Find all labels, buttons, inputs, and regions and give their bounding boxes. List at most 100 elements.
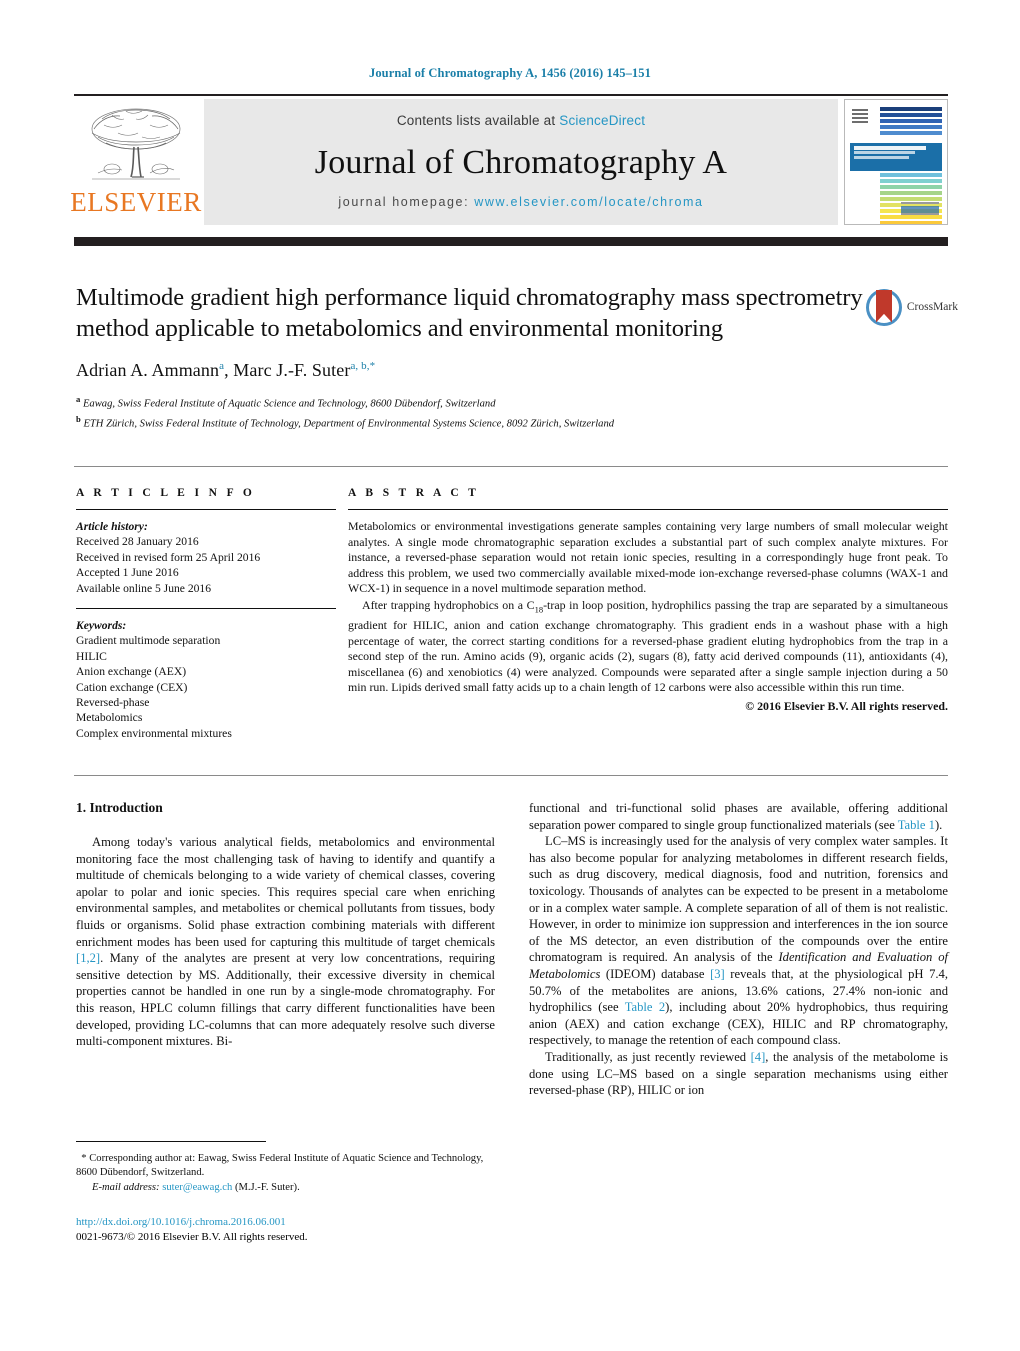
citation-ref-4[interactable]: [4]	[751, 1050, 766, 1064]
elsevier-wordmark: ELSEVIER	[70, 187, 202, 217]
keyword-item: Metabolomics	[76, 711, 143, 725]
corresponding-author-text: Corresponding author at: Eawag, Swiss Fe…	[76, 1153, 484, 1179]
cover-title-band	[850, 143, 942, 171]
footnote-rule	[76, 1141, 266, 1142]
abstract-rule	[348, 509, 948, 510]
article-history-label: Article history:	[76, 520, 148, 533]
intro-p2-part-b: (IDEOM) database	[600, 966, 711, 981]
keywords-rule	[76, 608, 336, 610]
footnote-block: * Corresponding author at: Eawag, Swiss …	[76, 1152, 496, 1195]
abstract-copyright: © 2016 Elsevier B.V. All rights reserved…	[745, 698, 948, 713]
cover-inner	[850, 105, 942, 224]
abstract-paragraph-2: After trapping hydrophobics on a C18-tra…	[348, 598, 948, 696]
article-info-heading: A R T I C L E I N F O	[76, 487, 256, 499]
email-suffix: (M.J.-F. Suter).	[232, 1181, 300, 1193]
sciencedirect-link[interactable]: ScienceDirect	[559, 113, 645, 128]
email-label: E-mail address:	[92, 1181, 160, 1193]
keyword-item: Cation exchange (CEX)	[76, 680, 188, 694]
journal-homepage-line: journal homepage: www.elsevier.com/locat…	[338, 195, 703, 209]
citation-ref-3[interactable]: [3]	[710, 967, 725, 981]
keyword-item: Complex environmental mixtures	[76, 726, 232, 740]
elsevier-logo: ELSEVIER	[70, 99, 201, 225]
journal-cover-thumbnail	[844, 99, 948, 225]
elsevier-tree-icon	[91, 108, 181, 180]
keywords-list: Keywords: Gradient multimode separation …	[76, 618, 336, 741]
contents-prefix: Contents lists available at	[396, 113, 560, 128]
masthead-top-rule	[74, 94, 948, 96]
crossmark-label: CrossMark	[906, 301, 958, 313]
table-1-link[interactable]: Table 1	[898, 818, 935, 832]
history-online: Available online 5 June 2016	[76, 581, 212, 595]
keyword-item: Anion exchange (AEX)	[76, 665, 187, 679]
intro-p1-part-a: Among today's various analytical fields,…	[76, 835, 495, 949]
journal-band: Contents lists available at ScienceDirec…	[204, 99, 838, 225]
corresponding-author-note: * Corresponding author at: Eawag, Swiss …	[76, 1152, 496, 1181]
abstract-p2-post: -trap in loop position, hydrophilics pas…	[348, 597, 948, 695]
section-heading-introduction: 1. Introduction	[76, 800, 163, 815]
abstract-paragraph-1: Metabolomics or environmental investigat…	[348, 519, 948, 596]
keyword-item: Gradient multimode separation	[76, 634, 221, 648]
history-accepted: Accepted 1 June 2016	[76, 566, 179, 580]
author-2-name: Marc J.-F. Suter	[233, 360, 351, 380]
running-head: Journal of Chromatography A, 1456 (2016)…	[368, 66, 651, 80]
doi-link[interactable]: http://dx.doi.org/10.1016/j.chroma.2016.…	[76, 1215, 506, 1230]
issn-copyright: 0021-9673/© 2016 Elsevier B.V. All right…	[76, 1231, 308, 1243]
homepage-link[interactable]: www.elsevier.com/locate/chroma	[474, 195, 703, 209]
article-history: Article history: Received 28 January 201…	[76, 519, 336, 596]
crossmark-icon	[866, 288, 902, 326]
body-columns: 1. Introduction Among today's various an…	[76, 800, 948, 1099]
article-info-column: A R T I C L E I N F O Article history: R…	[76, 487, 336, 741]
journal-masthead: ELSEVIER Contents lists available at Sci…	[70, 94, 948, 225]
journal-article-page: Journal of Chromatography A, 1456 (2016)…	[0, 0, 1020, 1351]
author-list: Adrian A. Ammanna, Marc J.-F. Sutera, b,…	[76, 360, 866, 381]
intro-p2-part-a: LC–MS is increasingly used for the analy…	[529, 834, 948, 965]
affiliation-a-text: Eawag, Swiss Federal Institute of Aquati…	[82, 398, 496, 410]
author-separator: ,	[224, 360, 234, 380]
affiliation-a: a Eawag, Swiss Federal Institute of Aqua…	[76, 392, 866, 412]
intro-paragraph-1: Among today's various analytical fields,…	[76, 834, 495, 1050]
citation-ref-1-2[interactable]: [1,2]	[76, 951, 100, 965]
cover-code-icon	[852, 107, 868, 123]
body-column-left: 1. Introduction Among today's various an…	[76, 800, 495, 1099]
author-2-affil-marker[interactable]: a, b,	[350, 360, 369, 372]
abstract-column: A B S T R A C T Metabolomics or environm…	[348, 487, 948, 741]
homepage-prefix: journal homepage:	[338, 195, 475, 209]
intro-cont-part-b: ).	[934, 817, 943, 832]
intro-p3-part-a: Traditionally, as just recently reviewed	[545, 1049, 751, 1064]
info-abstract-row: A R T I C L E I N F O Article history: R…	[76, 487, 948, 741]
keyword-item: Reversed-phase	[76, 696, 150, 710]
affiliations: a Eawag, Swiss Federal Institute of Aqua…	[76, 392, 866, 432]
intro-right-text: functional and tri-functional solid phas…	[529, 800, 948, 1099]
history-received: Received 28 January 2016	[76, 535, 199, 549]
page-title: Multimode gradient high performance liqu…	[76, 284, 863, 342]
email-note: E-mail address: suter@eawag.ch (M.J.-F. …	[76, 1181, 496, 1195]
journal-title: Journal of Chromatography A	[314, 143, 728, 181]
intro-paragraph-1-cont: functional and tri-functional solid phas…	[529, 800, 948, 833]
abstract-body: Metabolomics or environmental investigat…	[348, 519, 948, 715]
title-block: Multimode gradient high performance liqu…	[76, 282, 866, 432]
intro-paragraph-3: Traditionally, as just recently reviewed…	[529, 1049, 948, 1099]
affiliation-b-marker: b	[76, 414, 81, 425]
abstract-bottom-rule	[74, 775, 948, 776]
abstract-p2-subscript: 18	[534, 604, 544, 615]
info-abstract-top-rule	[74, 466, 948, 467]
masthead-dark-rule	[74, 237, 948, 246]
intro-p1-part-b: . Many of the analytes are present at ve…	[76, 951, 495, 1049]
affiliation-b-text: ETH Zürich, Swiss Federal Institute of T…	[83, 418, 615, 430]
abstract-heading: A B S T R A C T	[348, 487, 480, 499]
intro-left-text: Among today's various analytical fields,…	[76, 834, 495, 1050]
abstract-p2-pre: After trapping hydrophobics on a C	[362, 597, 535, 612]
intro-paragraph-2: LC–MS is increasingly used for the analy…	[529, 833, 948, 1049]
keyword-item: HILIC	[76, 649, 107, 663]
crossmark-badge[interactable]: CrossMark	[866, 287, 958, 327]
email-link[interactable]: suter@eawag.ch	[162, 1182, 232, 1193]
corresponding-author-marker[interactable]: *	[370, 360, 376, 372]
keywords-label: Keywords:	[76, 619, 127, 633]
affiliation-b: b ETH Zürich, Swiss Federal Institute of…	[76, 412, 866, 432]
table-2-link[interactable]: Table 2	[625, 1000, 665, 1014]
intro-cont-part-a: functional and tri-functional solid phas…	[529, 801, 948, 832]
contents-line: Contents lists available at ScienceDirec…	[397, 113, 645, 128]
history-revised: Received in revised form 25 April 2016	[76, 550, 261, 564]
affiliation-a-marker: a	[76, 394, 81, 404]
cover-footer-mark	[901, 202, 939, 217]
